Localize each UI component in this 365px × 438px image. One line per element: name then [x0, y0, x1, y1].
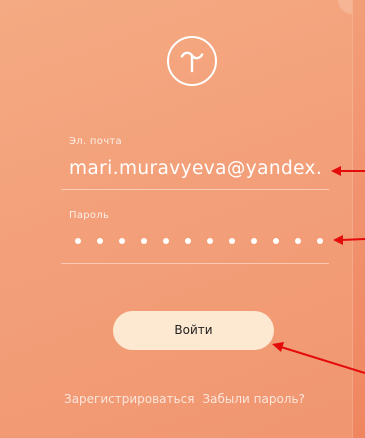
login-card: Эл. почта mari.muravyeva@yandex.ru Парол… [0, 0, 353, 438]
email-underline [61, 189, 329, 190]
login-button[interactable]: Войти [113, 311, 274, 350]
password-input[interactable] [75, 231, 325, 251]
password-mask-dot [141, 238, 147, 244]
email-field[interactable]: Эл. почта mari.muravyeva@yandex.ru [61, 132, 329, 190]
password-mask-dot [119, 238, 125, 244]
password-mask-dot [273, 238, 279, 244]
password-mask-dot [229, 238, 235, 244]
login-page: Эл. почта mari.muravyeva@yandex.ru Парол… [0, 0, 365, 438]
email-label: Эл. почта [69, 136, 122, 147]
email-input[interactable]: mari.muravyeva@yandex.ru [69, 156, 321, 182]
password-mask-dot [163, 238, 169, 244]
card-corner [338, 0, 352, 14]
password-mask-dot [75, 238, 81, 244]
password-mask-dot [251, 238, 257, 244]
password-mask-dot [295, 238, 301, 244]
tilda-logo-icon [167, 36, 217, 86]
footer-links: Зарегистрироваться Забыли пароль? [64, 392, 334, 410]
forgot-password-link[interactable]: Забыли пароль? [202, 392, 304, 410]
password-mask-dot [185, 238, 191, 244]
password-field[interactable]: Пароль [61, 206, 329, 264]
password-mask-dot [317, 238, 323, 244]
password-label: Пароль [69, 210, 110, 221]
password-underline [61, 263, 329, 264]
password-mask-dot [97, 238, 103, 244]
register-link[interactable]: Зарегистрироваться [64, 392, 194, 410]
password-mask-dot [207, 238, 213, 244]
